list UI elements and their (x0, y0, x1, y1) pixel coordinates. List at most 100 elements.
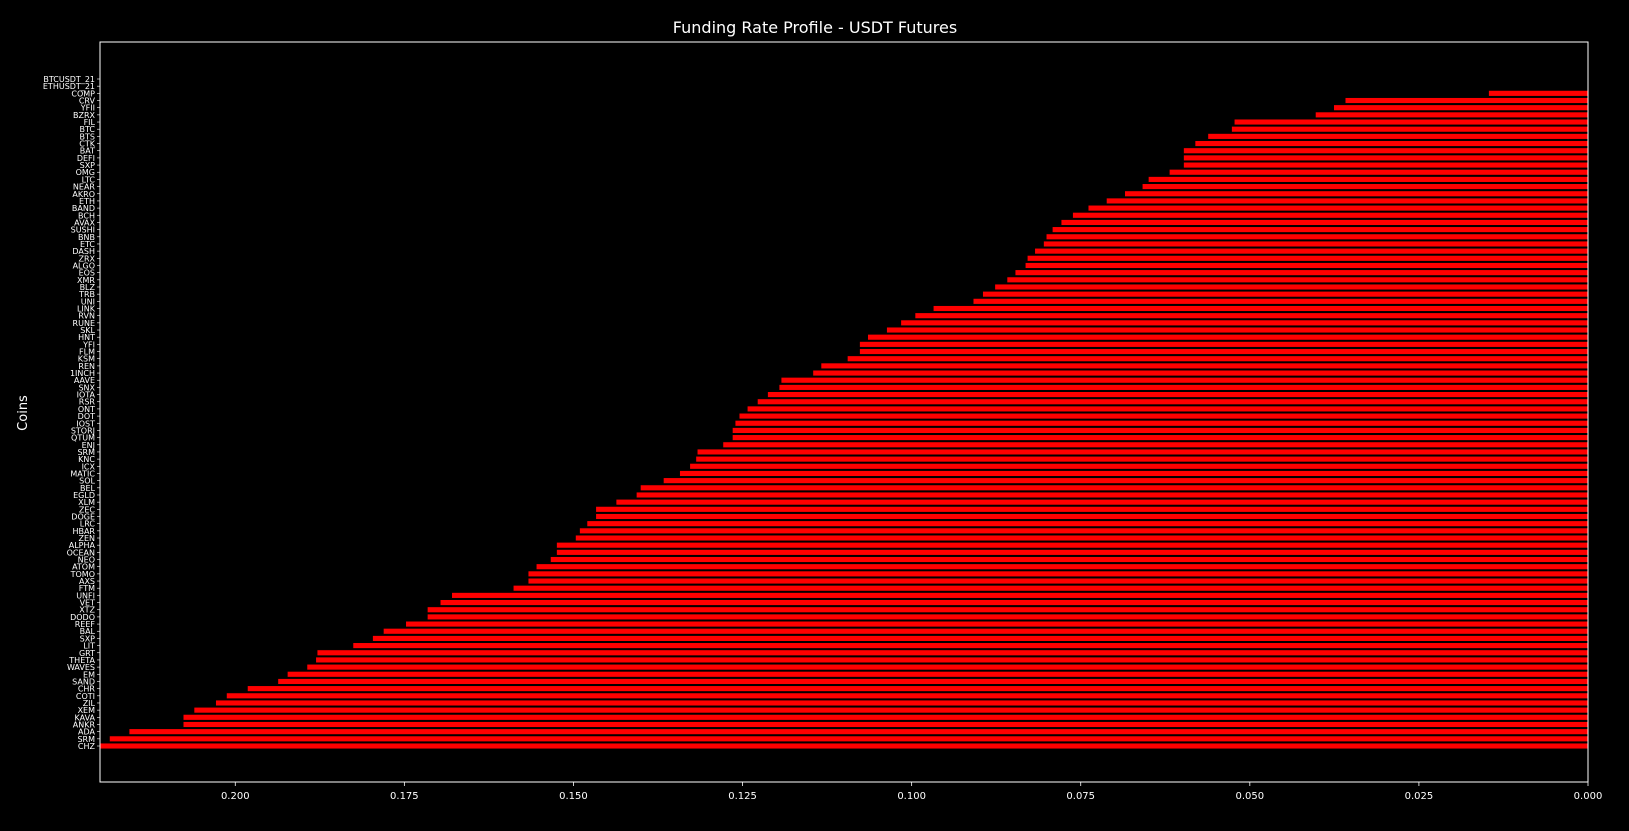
bar-eos (1014, 269, 1589, 276)
bar-algo (1024, 262, 1589, 269)
bar-zil (215, 699, 1589, 707)
bar-axs (527, 577, 1589, 585)
bar-atom (535, 563, 1589, 570)
bar-ltc (1148, 176, 1589, 183)
bar-ksm (847, 355, 1589, 362)
bar-lit (352, 642, 1589, 649)
bar-tomo (527, 570, 1589, 578)
bar-dot (738, 412, 1589, 420)
bar-ocean (556, 549, 1589, 556)
bar-ankr (182, 721, 1589, 728)
bar-ctk (1194, 140, 1589, 147)
bar-1inch (812, 369, 1589, 377)
bar-trb (982, 290, 1589, 298)
bar-aave (780, 377, 1589, 384)
bar-bal (383, 628, 1589, 635)
chart-container: Funding Rate Profile - USDT Futures Coin… (0, 0, 1629, 827)
bar-ftm (512, 585, 1589, 592)
bar-zec (595, 506, 1589, 513)
bar-kava (182, 714, 1589, 721)
bar-sxp (1183, 161, 1589, 169)
x-tick-label: 0.025 (1405, 791, 1434, 802)
bar-sand (277, 678, 1589, 685)
bar-omg (1169, 169, 1589, 176)
bar-avax (1060, 219, 1589, 226)
y-tick-label: CHZ (78, 742, 96, 751)
bar-neo (550, 556, 1589, 563)
bar-iota (767, 391, 1589, 398)
bar-flm (859, 348, 1589, 355)
bar-srm (696, 448, 1589, 456)
bar-rvn (914, 312, 1589, 319)
x-tick-label: 0.175 (390, 791, 419, 802)
bar-grt (316, 649, 1589, 656)
x-tick-label: 0.000 (1574, 791, 1603, 802)
bar-zrx (1026, 255, 1589, 262)
bar-reef (405, 620, 1589, 628)
bar-bnb (1045, 233, 1589, 240)
bar-xmr (1006, 276, 1589, 283)
bar-yfi (859, 341, 1589, 348)
bar-xlm (615, 498, 1589, 506)
bar-alpha (556, 542, 1589, 549)
bar-snx (778, 384, 1589, 391)
bar-doge (595, 513, 1589, 520)
bar-qtum (732, 434, 1589, 441)
bar-srm (109, 735, 1589, 742)
bar-egld (636, 491, 1589, 499)
bar-crv (1344, 97, 1589, 104)
bar-skl (886, 326, 1589, 334)
bar-bch (1072, 212, 1589, 219)
bar-vet (439, 599, 1589, 606)
bar-hbar (579, 527, 1589, 535)
bar-near (1141, 183, 1589, 190)
bar-uni (972, 298, 1589, 305)
bar-sol (663, 477, 1589, 484)
bar-xtz (427, 606, 1589, 613)
funding-rate-chart: Funding Rate Profile - USDT Futures Coin… (0, 0, 1629, 827)
bar-icx (689, 463, 1589, 470)
bar-bts (1207, 133, 1589, 140)
bar-akro (1124, 190, 1589, 197)
bar-storj (732, 427, 1589, 434)
bar-rune (900, 319, 1589, 327)
bar-btc (1231, 126, 1589, 133)
bar-ada (128, 728, 1589, 735)
bar-hnt (867, 334, 1589, 341)
bar-matic (679, 470, 1589, 477)
bar-dodo (427, 613, 1589, 621)
bar-coti (226, 692, 1589, 699)
bar-chr (247, 685, 1589, 692)
bar-rsr (757, 398, 1589, 405)
bar-defi (1183, 154, 1589, 162)
bar-xem (193, 706, 1589, 714)
bar-fil (1233, 118, 1589, 126)
x-tick-label: 0.050 (1235, 791, 1264, 802)
bar-lrc (586, 520, 1589, 527)
bar-em (287, 671, 1589, 678)
x-tick-label: 0.150 (559, 791, 588, 802)
x-tick-label: 0.125 (728, 791, 757, 802)
x-tick-label: 0.075 (1066, 791, 1095, 802)
bar-dash (1034, 247, 1589, 255)
bar-eth (1106, 197, 1589, 205)
bar-iost (734, 420, 1589, 427)
x-tick-label: 0.100 (897, 791, 926, 802)
bar-bel (640, 484, 1589, 491)
chart-title: Funding Rate Profile - USDT Futures (673, 18, 957, 37)
bar-sushi (1052, 226, 1589, 233)
bar-unfi (451, 592, 1589, 599)
bar-bat (1183, 147, 1589, 154)
bar-yfii (1333, 104, 1589, 111)
bar-bzrx (1315, 111, 1589, 119)
bar-chz (99, 742, 1589, 750)
bar-band (1087, 204, 1589, 212)
bar-zen (575, 534, 1589, 542)
bar-ren (820, 362, 1589, 370)
bar-blz (994, 283, 1589, 291)
bar-ont (746, 405, 1589, 413)
bar-link (932, 305, 1589, 312)
bar-comp (1488, 90, 1589, 97)
bar-knc (695, 455, 1589, 463)
bar-etc (1043, 240, 1589, 248)
